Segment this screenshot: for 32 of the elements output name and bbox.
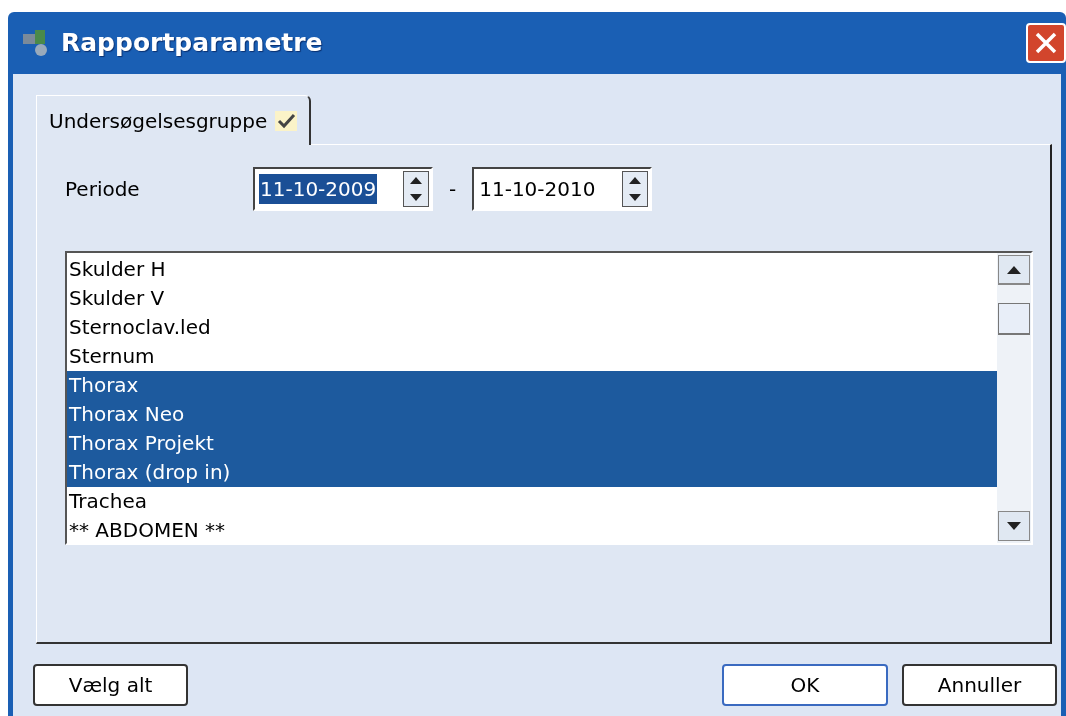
dialog-button[interactable]: Annuller <box>902 664 1057 706</box>
list-item[interactable]: Thorax Neo <box>67 400 997 429</box>
list-item[interactable]: Skulder H <box>67 255 997 284</box>
window-title: Rapportparametre <box>61 27 323 60</box>
scroll-down-button[interactable] <box>998 511 1030 541</box>
close-button[interactable] <box>1026 23 1066 63</box>
spin-button[interactable] <box>622 171 649 207</box>
up-arrow-icon <box>629 177 642 184</box>
list-item[interactable]: Sternum <box>67 342 997 371</box>
list-item[interactable]: ** ABDOMEN ** <box>67 516 997 545</box>
scroll-up-button[interactable] <box>998 255 1030 285</box>
list-item[interactable]: Thorax <box>67 371 997 400</box>
down-arrow-icon <box>410 194 422 201</box>
date-separator: - <box>448 176 458 203</box>
spin-button[interactable] <box>403 171 429 207</box>
list-item[interactable]: Trachea <box>67 487 997 516</box>
period-label: Periode <box>65 176 141 203</box>
list-item[interactable]: Skulder V <box>67 284 997 313</box>
up-arrow-icon <box>1007 265 1021 274</box>
date-field[interactable]: 11-10-2010 <box>472 167 653 211</box>
up-arrow-icon <box>410 177 422 184</box>
list-item[interactable]: Thorax (drop in) <box>67 458 997 487</box>
close-icon <box>1034 31 1058 55</box>
dialog-button[interactable]: Vælg alt <box>33 664 188 706</box>
down-arrow-icon <box>629 194 642 201</box>
down-arrow-icon <box>1007 522 1021 530</box>
scroll-thumb[interactable] <box>998 303 1030 335</box>
dialog-button[interactable]: OK <box>722 664 888 706</box>
tab[interactable]: Undersøgelsesgruppe <box>36 95 312 145</box>
date-field[interactable]: 11-10-2009 <box>253 167 433 211</box>
list-item[interactable]: Sternoclav.led <box>67 313 997 342</box>
list-item[interactable]: Thorax Projekt <box>67 429 997 458</box>
